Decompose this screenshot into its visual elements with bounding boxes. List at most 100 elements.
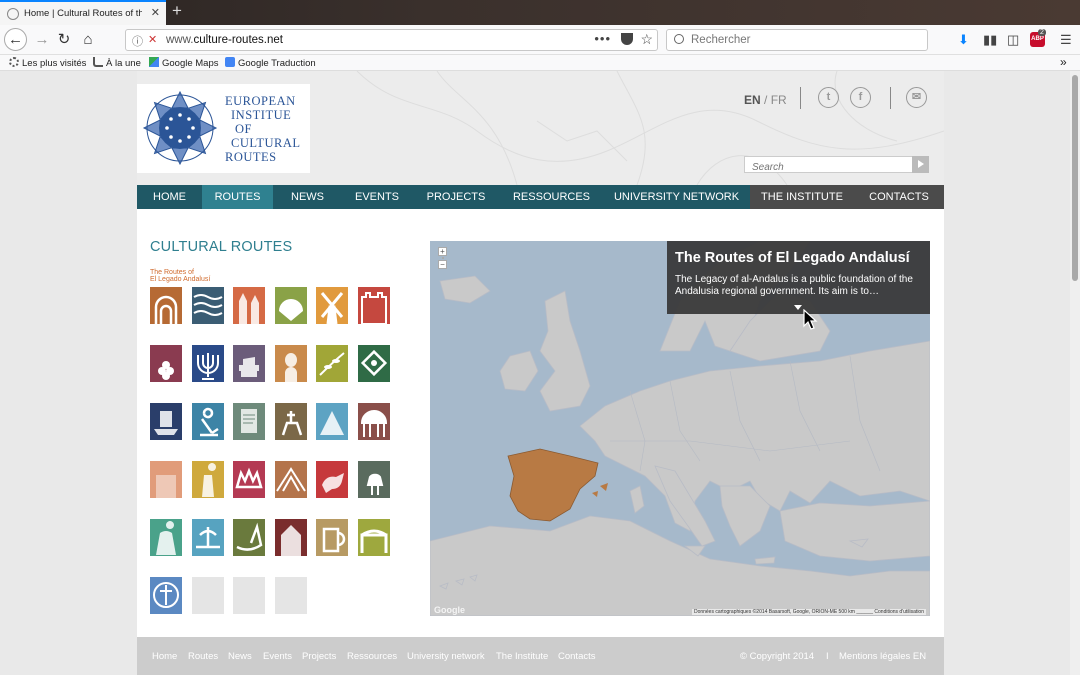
nav-news[interactable]: NEWS [273,185,342,209]
footer-home-link[interactable]: Home [152,651,177,662]
bookmark-headlines[interactable]: À la une [93,57,141,69]
route-tile[interactable] [316,519,348,556]
route-tile[interactable] [233,287,265,324]
nav-ressources[interactable]: RESSOURCES [500,185,603,209]
route-tile[interactable] [150,403,182,440]
bull-icon [316,461,348,498]
zoom-in-button[interactable]: + [438,247,447,256]
nav-events[interactable]: EVENTS [342,185,412,209]
nav-routes[interactable]: ROUTES [202,185,273,209]
bookmarks-overflow-button[interactable]: » [1060,55,1067,69]
scrollbar-thumb[interactable] [1072,75,1078,281]
nav-university-network[interactable]: UNIVERSITY NETWORK [603,185,750,209]
footer-news-link[interactable]: News [228,651,252,662]
home-button[interactable]: ⌂ [78,30,98,50]
twitter-icon[interactable]: t [818,87,839,108]
bookmark-google-translate[interactable]: Google Traduction [225,57,316,69]
route-tile[interactable] [316,461,348,498]
browser-search-input[interactable]: Rechercher [666,29,928,51]
pocket-icon[interactable] [621,33,633,45]
logo-text: EUROPEAN INSTITUE OF CULTURAL ROUTES [225,94,301,164]
route-tile[interactable] [233,519,265,556]
mont-saint-michel-icon [316,403,348,440]
search-submit-button[interactable] [912,156,929,173]
mail-icon[interactable]: ✉ [906,87,927,108]
bookmark-google-maps[interactable]: Google Maps [149,57,219,69]
route-tile[interactable] [191,461,224,498]
nav-projects[interactable]: PROJECTS [412,185,500,209]
permissions-icon[interactable]: ✕ [148,33,157,46]
footer-contacts-link[interactable]: Contacts [558,651,596,662]
institute-logo[interactable]: EUROPEAN INSTITUE OF CULTURAL ROUTES [137,84,310,173]
routes-map[interactable]: + − The Routes of El Legado Andalusí The… [430,241,930,616]
route-tile[interactable] [191,345,224,382]
route-tile[interactable] [316,345,348,382]
library-icon[interactable]: ▮▮ [983,32,997,48]
route-tile[interactable] [274,461,307,498]
google-logo[interactable]: Google [434,605,465,615]
dolmen-icon [357,519,390,556]
page-scrollbar[interactable] [1070,71,1080,675]
route-tile[interactable] [233,345,265,382]
zoom-out-button[interactable]: − [438,260,447,269]
footer-events-link[interactable]: Events [263,651,292,662]
route-tile[interactable] [357,461,390,498]
reload-button[interactable]: ↻ [54,30,74,50]
lang-fr-link[interactable]: FR [771,93,787,107]
menu-icon[interactable]: ☰ [1060,32,1072,48]
info-icon[interactable]: ⓘ [132,33,143,49]
hovered-route-label: The Routes of El Legado Andalusí [150,269,211,283]
route-tile[interactable] [357,345,390,382]
manuscript-icon [233,403,265,440]
route-tile[interactable] [357,287,390,324]
header-divider [890,87,891,109]
route-tile[interactable] [274,519,307,556]
back-button[interactable]: ← [4,28,27,51]
chevron-down-icon[interactable] [794,305,802,310]
facebook-icon[interactable]: f [850,87,871,108]
route-info-popup[interactable]: The Routes of El Legado Andalusí The Leg… [667,241,930,314]
forward-button[interactable]: → [32,30,52,50]
footer-ressources-link[interactable]: Ressources [347,651,397,662]
nav-contacts[interactable]: CONTACTS [854,185,944,209]
download-icon[interactable]: ⬇ [958,32,969,48]
footer-the-institute-link[interactable]: The Institute [496,651,548,662]
close-tab-icon[interactable]: ✕ [151,6,160,19]
nav-home[interactable]: HOME [137,185,202,209]
empty-tile [233,577,265,614]
footer-routes-link[interactable]: Routes [188,651,218,662]
route-tile[interactable] [150,577,182,614]
page-actions-icon[interactable]: ••• [594,31,611,46]
route-tile[interactable] [233,461,265,498]
sidebar-icon[interactable]: ◫ [1007,32,1019,48]
url-bar[interactable]: ⓘ ✕ www.culture-routes.net ••• ☆ [125,29,658,51]
route-tile[interactable] [274,403,307,440]
site-search-input[interactable] [745,160,910,175]
lang-en-link[interactable]: EN [744,93,761,107]
route-tile[interactable] [191,519,224,556]
new-tab-button[interactable]: + [172,1,182,21]
route-tile[interactable] [316,403,348,440]
site-search [744,156,929,175]
route-tile[interactable] [150,345,182,382]
footer-legal-link[interactable]: Mentions légales EN [839,651,926,662]
bookmark-star-icon[interactable]: ☆ [640,31,653,48]
site-footer: Home Routes News Events Projects Ressour… [137,637,944,675]
footer-university-network-link[interactable]: University network [407,651,485,662]
route-tile[interactable] [274,345,307,382]
route-tile[interactable] [150,461,182,498]
route-tile[interactable] [150,519,182,556]
route-tile[interactable] [191,287,224,324]
route-tile[interactable] [233,403,265,440]
zoom-track[interactable] [441,257,444,259]
browser-tab[interactable]: Home | Cultural Routes of the C ✕ [0,0,166,25]
route-tile[interactable] [274,287,307,324]
route-tile[interactable] [357,519,390,556]
route-tile[interactable] [191,403,224,440]
nav-the-institute[interactable]: THE INSTITUTE [750,185,854,209]
route-tile[interactable] [357,403,390,440]
footer-projects-link[interactable]: Projects [302,651,336,662]
route-tile[interactable] [150,287,182,324]
route-tile[interactable] [316,287,348,324]
bookmark-most-visited[interactable]: Les plus visités [9,57,86,69]
